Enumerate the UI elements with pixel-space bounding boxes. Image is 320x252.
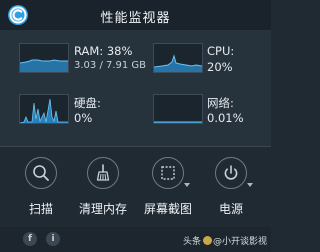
clean-memory-button-circle[interactable] xyxy=(87,157,119,189)
title-bar[interactable]: 性能监视器 xyxy=(0,0,271,30)
network-graph xyxy=(153,94,203,124)
power-button-label: 电源 xyxy=(218,202,243,216)
scan-button[interactable]: 扫描 xyxy=(9,157,73,225)
clean-memory-button[interactable]: 清理内存 xyxy=(71,157,135,225)
disk-label: 硬盘: xyxy=(74,96,101,110)
power-dropdown-chevron-icon[interactable] xyxy=(247,183,253,187)
ram-graph xyxy=(19,43,69,73)
scan-button-label: 扫描 xyxy=(28,202,53,216)
network-label: 网络: xyxy=(207,96,234,110)
watermark-text: @小开谈影视 xyxy=(212,237,267,247)
network-value: 0.01% xyxy=(207,111,244,125)
ram-usage-label: RAM: 38% xyxy=(74,44,133,58)
cpu-label: CPU: xyxy=(207,44,235,58)
watermark: 头条 @小开谈影视 xyxy=(183,234,267,247)
info-icon[interactable]: i xyxy=(46,232,60,246)
screenshot-crop-icon xyxy=(161,166,175,180)
disk-value: 0% xyxy=(74,111,93,125)
power-button-circle[interactable] xyxy=(215,157,247,189)
screenshot-button[interactable]: 屏幕截图 xyxy=(136,157,200,225)
screenshot-button-circle[interactable] xyxy=(152,157,184,189)
power-icon xyxy=(224,165,238,180)
performance-monitor-window: 性能监视器 RAM: 38% 3.03 / 7.91 GB CPU: 20% 硬… xyxy=(0,0,271,252)
scan-button-circle[interactable] xyxy=(25,157,57,189)
facebook-icon[interactable]: f xyxy=(23,232,37,246)
clean-memory-button-label: 清理内存 xyxy=(78,202,127,216)
power-button[interactable]: 电源 xyxy=(199,157,263,225)
cpu-graph xyxy=(153,43,203,73)
window-title: 性能监视器 xyxy=(100,11,171,26)
screenshot-dropdown-chevron-icon[interactable] xyxy=(184,183,190,187)
ram-usage-detail: 3.03 / 7.91 GB xyxy=(74,60,147,71)
action-toolbar: 扫描 清理内存 屏幕截图 电源 xyxy=(0,147,271,227)
disk-graph xyxy=(19,94,69,124)
watermark-prefix: 头条 xyxy=(182,237,201,247)
watermark-avatar-icon xyxy=(202,236,212,245)
monitor-panel: RAM: 38% 3.03 / 7.91 GB CPU: 20% 硬盘: 0% xyxy=(0,30,271,147)
search-icon xyxy=(33,165,49,181)
broom-icon xyxy=(96,164,110,181)
screenshot-button-label: 屏幕截图 xyxy=(143,202,192,216)
footer-bar: f i 头条 @小开谈影视 xyxy=(0,227,271,252)
cpu-value: 20% xyxy=(207,60,233,74)
